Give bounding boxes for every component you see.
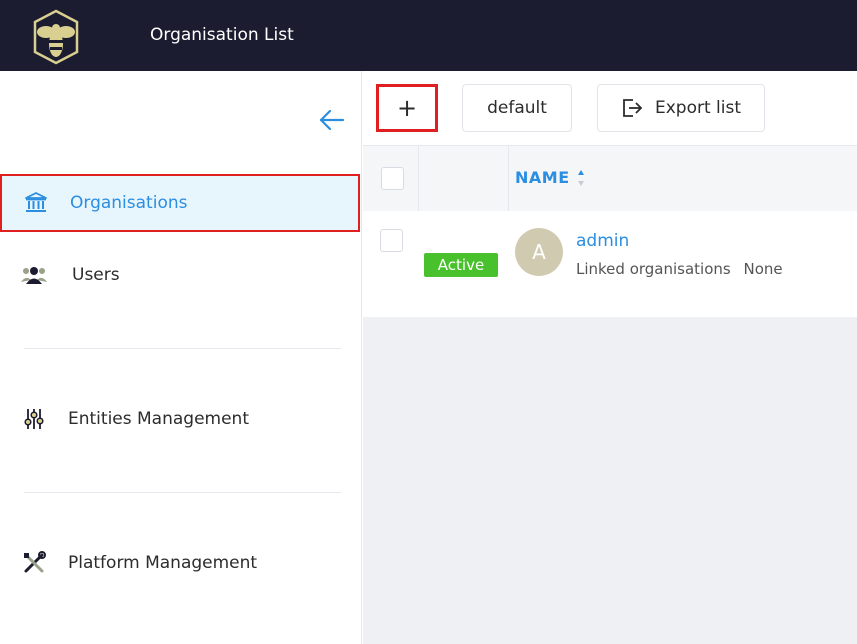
export-icon (623, 99, 643, 117)
arrow-left-icon[interactable] (318, 109, 346, 131)
row-checkbox[interactable] (380, 229, 403, 252)
sidebar-item-label: Users (72, 265, 120, 285)
table-header: NAME (363, 145, 857, 212)
sidebar-item-users[interactable]: Users (0, 246, 360, 304)
column-separator (508, 146, 509, 212)
main-content: + default Export list NAME Active A admi… (363, 71, 857, 644)
user-name-link[interactable]: admin (576, 231, 629, 251)
sort-icon[interactable] (577, 169, 585, 187)
default-view-button[interactable]: default (462, 84, 572, 132)
sidebar-item-platform-management[interactable]: Platform Management (0, 534, 360, 592)
sliders-icon (20, 405, 48, 433)
status-badge: Active (424, 253, 498, 277)
sidebar-divider (24, 348, 341, 349)
linked-organisations-label: Linked organisations (576, 260, 731, 278)
sidebar-item-label: Platform Management (68, 553, 258, 573)
linked-organisations: Linked organisations None (576, 260, 783, 278)
sidebar-item-label: Entities Management (68, 409, 249, 429)
page-title: Organisation List (150, 25, 294, 45)
column-header-name[interactable]: NAME (515, 168, 570, 187)
export-list-label: Export list (654, 98, 742, 118)
linked-organisations-value: None (743, 260, 783, 278)
sidebar-divider (24, 492, 341, 493)
toolbar: + default Export list (363, 71, 857, 145)
sidebar-item-label: Organisations (70, 193, 188, 213)
users-icon (20, 261, 48, 289)
column-separator (418, 146, 419, 212)
top-bar: Organisation List (0, 0, 857, 71)
table-row[interactable]: Active A admin Linked organisations None (363, 211, 857, 317)
avatar: A (515, 228, 563, 276)
bank-icon (22, 189, 50, 217)
add-button[interactable]: + (376, 84, 438, 132)
tools-icon (20, 549, 48, 577)
select-all-checkbox[interactable] (381, 167, 404, 190)
export-list-button[interactable]: Export list (597, 84, 765, 132)
bee-logo-icon[interactable] (30, 8, 82, 66)
sidebar: Organisations Users Entities Management … (0, 71, 362, 644)
sidebar-item-organisations[interactable]: Organisations (0, 174, 360, 232)
sidebar-item-entities-management[interactable]: Entities Management (0, 390, 360, 448)
